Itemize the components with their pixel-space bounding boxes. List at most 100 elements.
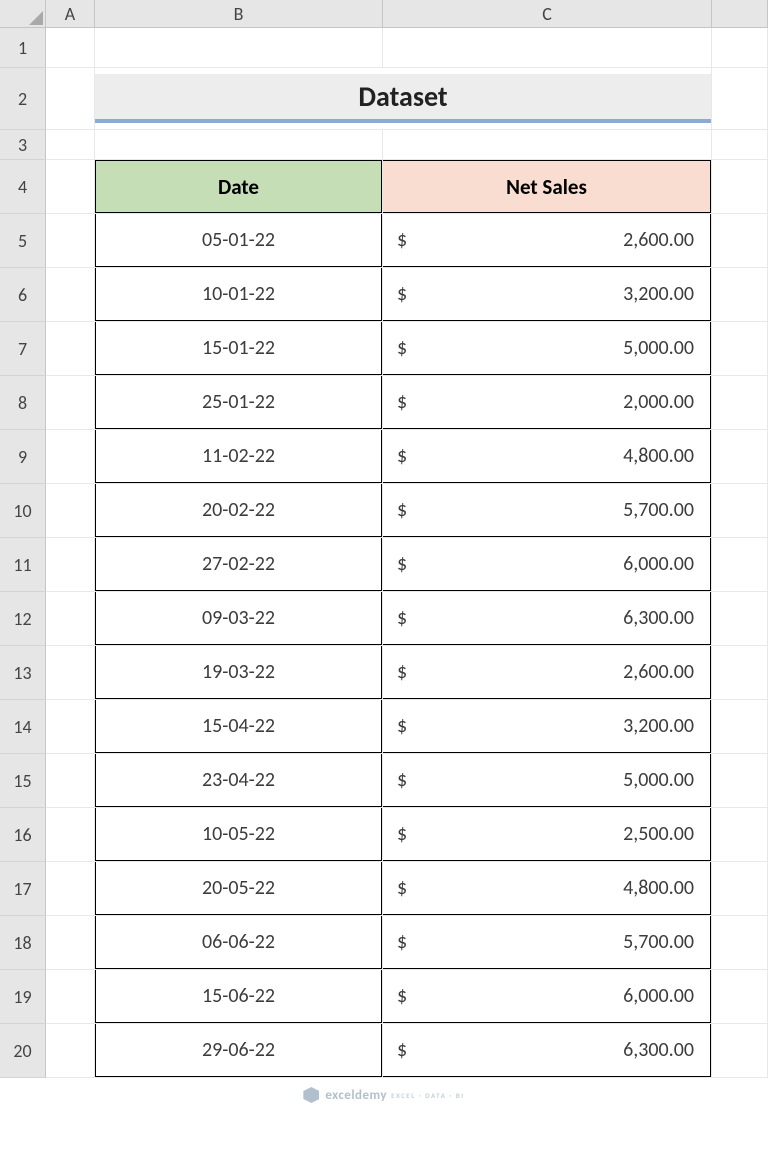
row-header[interactable]: 12 [0,592,46,646]
sales-cell[interactable]: $6,300.00 [383,1024,712,1078]
sales-cell[interactable]: $4,800.00 [383,862,712,916]
sales-cell[interactable]: $6,000.00 [383,538,712,592]
row-header[interactable]: 5 [0,214,46,268]
sales-cell[interactable]: $4,800.00 [383,430,712,484]
row-header[interactable]: 7 [0,322,46,376]
date-cell[interactable]: 11-02-22 [95,430,383,484]
cell[interactable] [712,808,768,862]
cell[interactable] [46,646,95,700]
cell[interactable] [712,970,768,1024]
cell[interactable] [46,754,95,808]
cell[interactable] [712,322,768,376]
cell[interactable] [46,538,95,592]
cell[interactable] [712,700,768,754]
cell[interactable] [712,646,768,700]
cell[interactable] [46,28,95,68]
cell[interactable] [712,160,768,214]
date-cell[interactable]: 06-06-22 [95,916,383,970]
sales-cell[interactable]: $5,700.00 [383,484,712,538]
cell[interactable] [712,1024,768,1078]
column-header-a[interactable]: A [46,0,95,28]
cell[interactable] [46,484,95,538]
cell[interactable] [46,268,95,322]
cell[interactable] [712,862,768,916]
row-header[interactable]: 1 [0,28,46,68]
cell[interactable] [712,68,768,130]
cell[interactable] [712,214,768,268]
cell[interactable] [46,1024,95,1078]
column-header-c[interactable]: C [383,0,712,28]
cell[interactable] [46,808,95,862]
sales-cell[interactable]: $2,000.00 [383,376,712,430]
date-cell[interactable]: 20-02-22 [95,484,383,538]
cell[interactable] [95,130,383,160]
date-cell[interactable]: 25-01-22 [95,376,383,430]
sales-cell[interactable]: $6,000.00 [383,970,712,1024]
cell[interactable] [712,916,768,970]
date-cell[interactable]: 05-01-22 [95,214,383,268]
cell[interactable] [46,430,95,484]
sales-cell[interactable]: $2,500.00 [383,808,712,862]
cell[interactable] [46,916,95,970]
column-header-b[interactable]: B [95,0,383,28]
sales-cell[interactable]: $2,600.00 [383,646,712,700]
row-header[interactable]: 17 [0,862,46,916]
cell[interactable] [712,538,768,592]
cell[interactable] [46,970,95,1024]
sales-cell[interactable]: $5,000.00 [383,754,712,808]
column-header-blank[interactable] [712,0,768,28]
date-cell[interactable]: 10-05-22 [95,808,383,862]
row-header[interactable]: 3 [0,130,46,160]
cell[interactable] [712,28,768,68]
date-cell[interactable]: 09-03-22 [95,592,383,646]
cell[interactable] [712,484,768,538]
date-cell[interactable]: 15-06-22 [95,970,383,1024]
sales-cell[interactable]: $5,700.00 [383,916,712,970]
row-header[interactable]: 4 [0,160,46,214]
cell[interactable] [46,130,95,160]
row-header[interactable]: 20 [0,1024,46,1078]
cell[interactable] [383,130,712,160]
sales-cell[interactable]: $2,600.00 [383,214,712,268]
date-cell[interactable]: 20-05-22 [95,862,383,916]
cell[interactable] [46,862,95,916]
cell[interactable] [46,700,95,754]
date-cell[interactable]: 15-01-22 [95,322,383,376]
cell[interactable] [712,130,768,160]
cell[interactable] [95,28,383,68]
cell[interactable] [712,592,768,646]
cell[interactable] [46,68,95,130]
date-cell[interactable]: 19-03-22 [95,646,383,700]
date-cell[interactable]: 15-04-22 [95,700,383,754]
row-header[interactable]: 18 [0,916,46,970]
cell[interactable] [712,430,768,484]
cell[interactable] [46,214,95,268]
cell[interactable] [712,754,768,808]
sales-cell[interactable]: $3,200.00 [383,700,712,754]
row-header[interactable]: 19 [0,970,46,1024]
row-header[interactable]: 9 [0,430,46,484]
row-header[interactable]: 16 [0,808,46,862]
row-header[interactable]: 2 [0,68,46,130]
sales-cell[interactable]: $5,000.00 [383,322,712,376]
cell[interactable] [712,268,768,322]
cell[interactable] [46,160,95,214]
row-header[interactable]: 14 [0,700,46,754]
date-cell[interactable]: 27-02-22 [95,538,383,592]
date-cell[interactable]: 10-01-22 [95,268,383,322]
row-header[interactable]: 8 [0,376,46,430]
row-header[interactable]: 11 [0,538,46,592]
cell[interactable] [46,376,95,430]
date-cell[interactable]: 29-06-22 [95,1024,383,1078]
sales-cell[interactable]: $6,300.00 [383,592,712,646]
cell[interactable] [46,322,95,376]
row-header[interactable]: 10 [0,484,46,538]
title-cell[interactable]: Dataset [95,68,712,130]
table-header-sales[interactable]: Net Sales [383,160,712,214]
sales-cell[interactable]: $3,200.00 [383,268,712,322]
cell[interactable] [46,592,95,646]
cell[interactable] [712,376,768,430]
row-header[interactable]: 6 [0,268,46,322]
date-cell[interactable]: 23-04-22 [95,754,383,808]
select-all-corner[interactable] [0,0,46,28]
